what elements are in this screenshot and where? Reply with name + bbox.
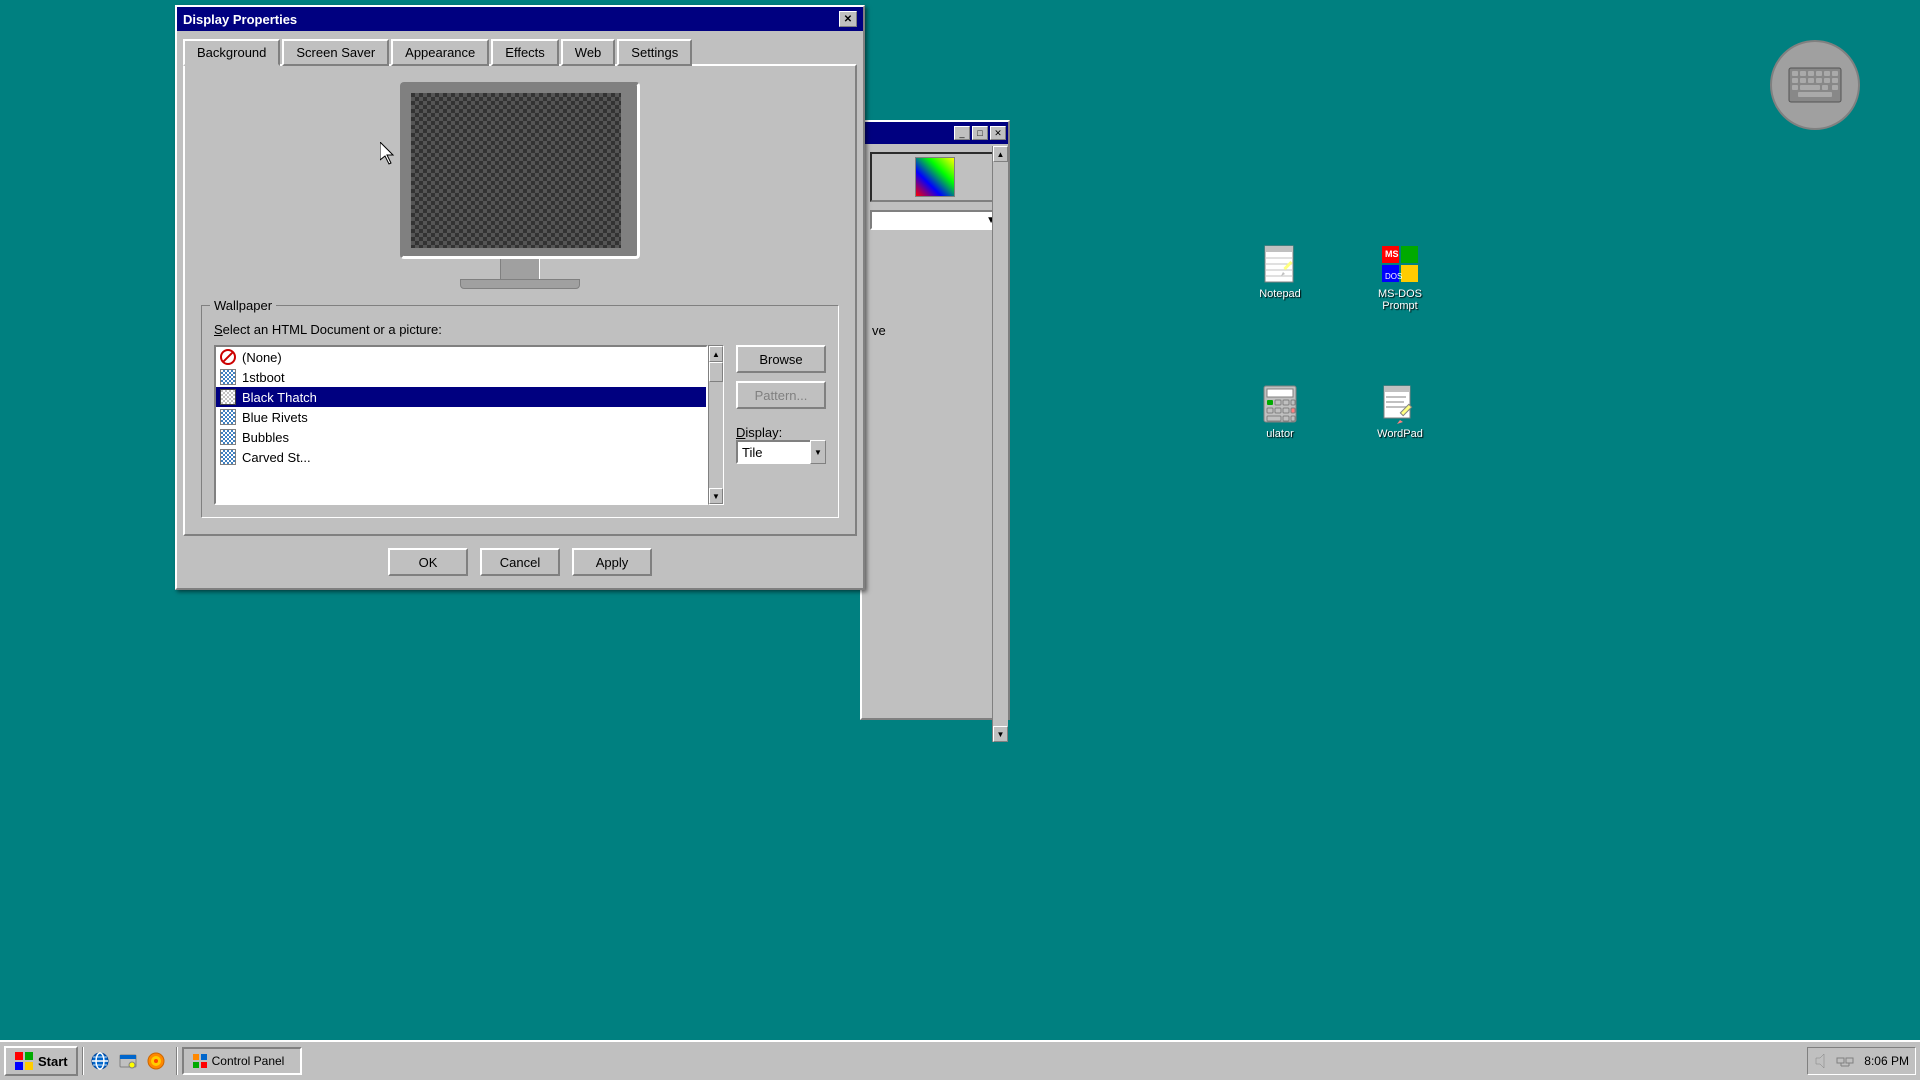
calculator-label: ulator	[1266, 428, 1294, 440]
windows-logo	[14, 1051, 34, 1071]
wallpaper-group: Wallpaper Select an HTML Document or a p…	[201, 305, 839, 518]
svg-text:DOS: DOS	[1385, 272, 1402, 281]
dialog-close-button[interactable]: ✕	[839, 11, 857, 27]
wordpad-label: WordPad	[1377, 428, 1423, 440]
system-time: 8:06 PM	[1864, 1054, 1909, 1068]
list-item-carved[interactable]: Carved St...	[216, 447, 706, 467]
notepad-icon-img	[1260, 244, 1300, 284]
list-item-black-thatch[interactable]: Black Thatch	[216, 387, 706, 407]
scroll-track[interactable]	[709, 362, 723, 488]
tab-effects[interactable]: Effects	[491, 39, 559, 66]
msdos-icon[interactable]: MS DOS MS-DOSPrompt	[1360, 240, 1440, 316]
svg-text:MS: MS	[1385, 249, 1399, 259]
ok-button[interactable]: OK	[388, 548, 468, 576]
monitor	[400, 82, 640, 289]
network-icon[interactable]	[1836, 1052, 1854, 1070]
notepad-label: Notepad	[1259, 288, 1301, 300]
wallpaper-icon-bubbles	[220, 429, 236, 445]
taskbar-divider-2	[176, 1047, 178, 1075]
tab-bar: Background Screen Saver Appearance Effec…	[177, 31, 863, 64]
tray-icons	[1814, 1052, 1854, 1070]
monitor-pattern	[411, 93, 621, 248]
start-button[interactable]: Start	[4, 1046, 78, 1076]
bg-window-close[interactable]: ✕	[990, 126, 1006, 140]
tab-settings[interactable]: Settings	[617, 39, 692, 66]
ie-icon[interactable]	[88, 1049, 112, 1073]
wallpaper-instruction: Select an HTML Document or a picture:	[214, 322, 826, 337]
taskbar-icon-3[interactable]	[144, 1049, 168, 1073]
taskbar: Start	[0, 1040, 1920, 1080]
tab-web[interactable]: Web	[561, 39, 616, 66]
keyboard-icon	[1770, 40, 1860, 130]
msdos-icon-img: MS DOS	[1380, 244, 1420, 284]
wallpaper-buttons: Browse Pattern... Display: Tile Center S…	[736, 345, 826, 505]
none-icon	[220, 349, 236, 365]
dialog-buttons: OK Cancel Apply	[177, 536, 863, 588]
quick-launch	[88, 1049, 168, 1073]
display-select[interactable]: Tile Center Stretch	[736, 440, 826, 464]
wallpaper-icon-1stboot	[220, 369, 236, 385]
msdos-label: MS-DOSPrompt	[1378, 288, 1422, 312]
display-section: Display: Tile Center Stretch ▼	[736, 425, 826, 464]
display-properties-dialog: Display Properties ✕ Background Screen S…	[175, 5, 865, 590]
control-panel-label: Control Panel	[212, 1054, 285, 1068]
monitor-preview	[201, 82, 839, 289]
dialog-titlebar: Display Properties ✕	[177, 7, 863, 31]
taskbar-items: Control Panel	[182, 1047, 1808, 1075]
pattern-button[interactable]: Pattern...	[736, 381, 826, 409]
wallpaper-icon-black-thatch	[220, 389, 236, 405]
display-label: Display:	[736, 425, 826, 440]
wallpaper-list-container: (None) 1stboot Black Thatch	[214, 345, 724, 505]
monitor-screen	[411, 93, 621, 248]
tab-content-background: Wallpaper Select an HTML Document or a p…	[183, 64, 857, 536]
monitor-stand	[460, 279, 580, 289]
volume-icon[interactable]	[1814, 1052, 1832, 1070]
list-item-none[interactable]: (None)	[216, 347, 706, 367]
start-label: Start	[38, 1054, 68, 1069]
wordpad-icon[interactable]: WordPad	[1360, 380, 1440, 444]
wallpaper-row: (None) 1stboot Black Thatch	[214, 345, 826, 505]
list-item-blue-rivets[interactable]: Blue Rivets	[216, 407, 706, 427]
system-tray: 8:06 PM	[1807, 1047, 1916, 1075]
wallpaper-group-label: Wallpaper	[210, 298, 276, 313]
scroll-up-button[interactable]: ▲	[709, 346, 723, 362]
calculator-icon[interactable]: ulator	[1240, 380, 1320, 444]
wallpaper-list-scrollbar[interactable]: ▲ ▼	[708, 345, 724, 505]
bg-window-maximize[interactable]: □	[972, 126, 988, 140]
monitor-base	[400, 259, 640, 289]
cancel-button[interactable]: Cancel	[480, 548, 560, 576]
display-select-wrapper: Tile Center Stretch ▼	[736, 440, 826, 464]
monitor-neck	[500, 259, 540, 279]
desktop: _ □ ✕ ▼ ▲ ▼ ve	[0, 0, 1920, 1080]
dialog-title: Display Properties	[183, 12, 297, 27]
tab-screen-saver[interactable]: Screen Saver	[282, 39, 389, 66]
background-window: _ □ ✕ ▼ ▲ ▼ ve	[860, 120, 1010, 720]
bg-window-minimize[interactable]: _	[954, 126, 970, 140]
taskbar-control-panel[interactable]: Control Panel	[182, 1047, 302, 1075]
tab-appearance[interactable]: Appearance	[391, 39, 489, 66]
notepad-icon[interactable]: Notepad	[1240, 240, 1320, 304]
monitor-screen-outer	[400, 82, 640, 259]
wordpad-icon-img	[1380, 384, 1420, 424]
list-item-bubbles[interactable]: Bubbles	[216, 427, 706, 447]
scroll-down-button[interactable]: ▼	[709, 488, 723, 504]
scroll-thumb[interactable]	[709, 362, 723, 382]
taskbar-icon-2[interactable]	[116, 1049, 140, 1073]
wallpaper-icon-carved	[220, 449, 236, 465]
wallpaper-icon-blue-rivets	[220, 409, 236, 425]
wallpaper-list[interactable]: (None) 1stboot Black Thatch	[214, 345, 708, 505]
control-panel-icon	[192, 1053, 208, 1069]
apply-button[interactable]: Apply	[572, 548, 652, 576]
calculator-icon-img	[1260, 384, 1300, 424]
browse-button[interactable]: Browse	[736, 345, 826, 373]
list-item-1stboot[interactable]: 1stboot	[216, 367, 706, 387]
bg-window-titlebar: _ □ ✕	[862, 122, 1008, 144]
taskbar-divider-1	[82, 1047, 84, 1075]
tab-background[interactable]: Background	[183, 39, 280, 66]
